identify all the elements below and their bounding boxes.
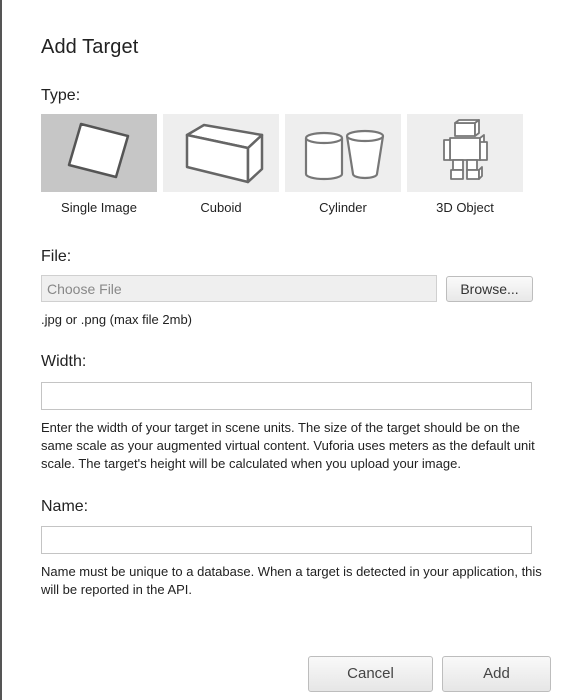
file-hint: .jpg or .png (max file 2mb) [41,312,193,327]
type-option-single-image[interactable] [41,114,157,192]
type-option-label: 3D Object [436,200,494,215]
name-hint: Name must be unique to a database. When … [41,564,542,597]
name-field[interactable] [41,526,532,554]
cuboid-icon [185,123,264,184]
cancel-button[interactable]: Cancel [308,656,433,692]
file-input[interactable]: Choose File [41,275,437,302]
type-option-label: Cylinder [319,200,367,215]
type-option-cylinder[interactable] [285,114,401,192]
browse-button[interactable]: Browse... [446,276,533,302]
single-image-icon [67,122,130,179]
add-button[interactable]: Add [442,656,551,692]
dialog-title: Add Target [41,36,139,58]
type-option-label: Cuboid [200,200,242,215]
add-target-dialog: Add Target Type: Single Image Cuboid Cyl… [0,0,570,700]
width-hint: Enter the width of your target in scene … [41,420,535,471]
type-option-cuboid[interactable] [163,114,279,192]
file-label: File: [41,248,72,265]
type-option-label: Single Image [61,200,137,215]
name-label: Name: [41,498,89,515]
type-option-3d-object[interactable] [407,114,523,192]
width-label: Width: [41,353,87,370]
3d-object-icon [443,119,488,180]
cylinder-icon [304,129,385,181]
type-selector: Single Image Cuboid Cylinder 3D Object [41,114,531,218]
width-field[interactable] [41,382,532,410]
type-label: Type: [41,87,81,104]
